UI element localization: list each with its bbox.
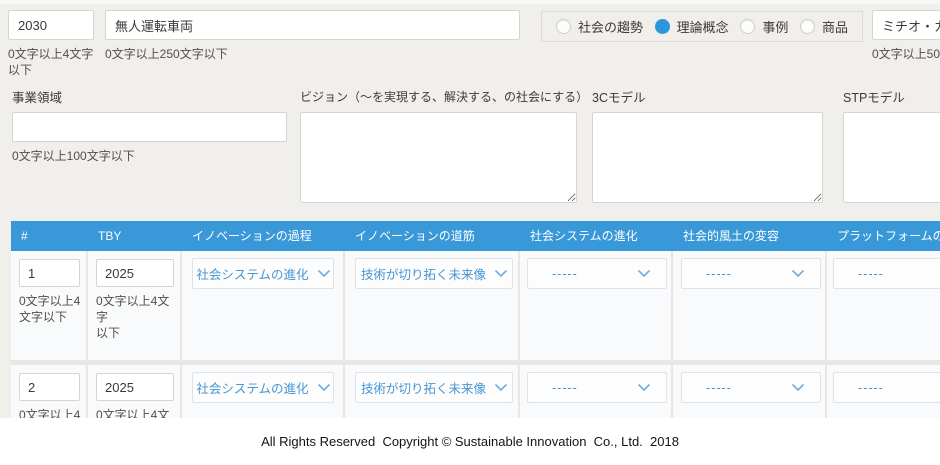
top-strip bbox=[0, 0, 940, 4]
select-value: 社会システムの進化 bbox=[196, 264, 308, 283]
business-domain-label: 事業領域 bbox=[12, 87, 62, 106]
field-hint: 0文字以上4 文字以下 bbox=[19, 407, 86, 418]
cell-social-system: ----- bbox=[520, 251, 673, 360]
row-number-input[interactable] bbox=[19, 373, 80, 401]
cell-innovation-process: 社会システムの進化 bbox=[182, 251, 345, 360]
field-hint: 0文字以上4文字 以下 bbox=[96, 293, 180, 341]
title-input-hint: 0文字以上250文字以下 bbox=[105, 46, 228, 62]
table-row: 0文字以上4 文字以下 0文字以上4文字 以下 社会システムの進化 bbox=[11, 365, 940, 418]
innovation-process-select[interactable]: 社会システムの進化 bbox=[192, 372, 334, 403]
select-value: ----- bbox=[706, 267, 732, 281]
row-tby-input[interactable] bbox=[96, 259, 174, 287]
radio-option-label: 理論概念 bbox=[677, 17, 729, 36]
innovation-path-select[interactable]: 技術が切り拓く未来像 bbox=[355, 372, 513, 403]
vision-label: ビジョン（〜を実現する、解決する、の社会にする） bbox=[300, 88, 588, 105]
column-header-number: # bbox=[11, 221, 88, 251]
column-header-tby: TBY bbox=[88, 221, 182, 251]
select-value: ----- bbox=[706, 381, 732, 395]
model-3c-label: 3Cモデル bbox=[592, 87, 645, 106]
form-area: 0文字以上4文字 以下 0文字以上250文字以下 社会の趨勢 理論概念 事例 商… bbox=[0, 0, 940, 418]
chevron-down-icon bbox=[495, 270, 507, 278]
column-header-innovation-path: イノベーションの道筋 bbox=[345, 221, 520, 251]
chevron-down-icon bbox=[638, 270, 650, 278]
author-input[interactable] bbox=[872, 10, 940, 40]
chevron-down-icon bbox=[792, 384, 804, 392]
year-input[interactable] bbox=[8, 10, 94, 40]
social-system-select[interactable]: ----- bbox=[527, 372, 667, 403]
chevron-down-icon bbox=[318, 384, 330, 392]
radio-option-product[interactable]: 商品 bbox=[800, 17, 848, 36]
page-footer: All Rights Reserved Copyright © Sustaina… bbox=[0, 418, 940, 465]
model-stp-textarea[interactable] bbox=[843, 112, 940, 203]
platform-select[interactable]: ----- bbox=[833, 372, 940, 403]
select-value: 技術が切り拓く未来像 bbox=[361, 264, 486, 283]
radio-button-icon bbox=[655, 19, 670, 34]
business-domain-hint: 0文字以上100文字以下 bbox=[12, 148, 135, 164]
social-climate-select[interactable]: ----- bbox=[681, 258, 821, 289]
author-input-hint: 0文字以上50文字以下 bbox=[872, 46, 940, 62]
radio-button-icon bbox=[556, 19, 571, 34]
table-header-row: # TBY イノベーションの過程 イノベーションの道筋 社会システムの進化 社会… bbox=[11, 221, 940, 251]
cell-social-climate: ----- bbox=[673, 251, 827, 360]
title-input[interactable] bbox=[105, 10, 520, 40]
platform-select[interactable]: ----- bbox=[833, 258, 940, 289]
column-header-platform: プラットフォームの進歩 bbox=[827, 221, 940, 251]
column-header-social-climate: 社会的風土の変容 bbox=[673, 221, 827, 251]
radio-option-social-trend[interactable]: 社会の趨勢 bbox=[556, 17, 643, 36]
radio-option-label: 事例 bbox=[762, 17, 788, 36]
field-hint: 0文字以上4文字 以下 bbox=[96, 407, 180, 418]
cell-innovation-path: 技術が切り拓く未来像 bbox=[345, 365, 520, 418]
innovation-path-select[interactable]: 技術が切り拓く未来像 bbox=[355, 258, 513, 289]
field-hint: 0文字以上4 文字以下 bbox=[19, 293, 86, 325]
radio-button-icon bbox=[800, 19, 815, 34]
column-header-social-system: 社会システムの進化 bbox=[520, 221, 673, 251]
cell-platform: ----- bbox=[827, 365, 940, 418]
row-number-input[interactable] bbox=[19, 259, 80, 287]
cell-platform: ----- bbox=[827, 251, 940, 360]
category-radio-group: 社会の趨勢 理論概念 事例 商品 bbox=[541, 11, 863, 42]
column-header-innovation-process: イノベーションの過程 bbox=[182, 221, 345, 251]
radio-option-theory-concept[interactable]: 理論概念 bbox=[655, 17, 729, 36]
radio-option-label: 商品 bbox=[822, 17, 848, 36]
model-3c-textarea[interactable] bbox=[592, 112, 823, 203]
cell-innovation-process: 社会システムの進化 bbox=[182, 365, 345, 418]
select-value: 社会システムの進化 bbox=[196, 378, 308, 397]
cell-social-system: ----- bbox=[520, 365, 673, 418]
row-tby-input[interactable] bbox=[96, 373, 174, 401]
cell-tby: 0文字以上4文字 以下 bbox=[88, 251, 182, 360]
cell-tby: 0文字以上4文字 以下 bbox=[88, 365, 182, 418]
social-system-select[interactable]: ----- bbox=[527, 258, 667, 289]
select-value: ----- bbox=[858, 267, 884, 281]
select-value: ----- bbox=[552, 267, 578, 281]
cell-social-climate: ----- bbox=[673, 365, 827, 418]
year-input-hint: 0文字以上4文字 以下 bbox=[8, 46, 93, 78]
radio-option-case-example[interactable]: 事例 bbox=[740, 17, 788, 36]
model-stp-label: STPモデル bbox=[843, 87, 905, 106]
app-screen: 0文字以上4文字 以下 0文字以上250文字以下 社会の趨勢 理論概念 事例 商… bbox=[0, 0, 940, 465]
innovation-table: # TBY イノベーションの過程 イノベーションの道筋 社会システムの進化 社会… bbox=[11, 221, 940, 418]
chevron-down-icon bbox=[792, 270, 804, 278]
chevron-down-icon bbox=[318, 270, 330, 278]
cell-number: 0文字以上4 文字以下 bbox=[11, 251, 88, 360]
innovation-process-select[interactable]: 社会システムの進化 bbox=[192, 258, 334, 289]
select-value: ----- bbox=[552, 381, 578, 395]
copyright-text: All Rights Reserved Copyright © Sustaina… bbox=[261, 434, 679, 449]
business-domain-input[interactable] bbox=[12, 112, 287, 142]
radio-button-icon bbox=[740, 19, 755, 34]
cell-innovation-path: 技術が切り拓く未来像 bbox=[345, 251, 520, 360]
radio-option-label: 社会の趨勢 bbox=[578, 17, 643, 36]
social-climate-select[interactable]: ----- bbox=[681, 372, 821, 403]
select-value: ----- bbox=[858, 381, 884, 395]
table-row: 0文字以上4 文字以下 0文字以上4文字 以下 社会システムの進化 bbox=[11, 251, 940, 365]
chevron-down-icon bbox=[495, 384, 507, 392]
vision-textarea[interactable] bbox=[300, 112, 577, 203]
chevron-down-icon bbox=[638, 384, 650, 392]
cell-number: 0文字以上4 文字以下 bbox=[11, 365, 88, 418]
select-value: 技術が切り拓く未来像 bbox=[361, 378, 486, 397]
